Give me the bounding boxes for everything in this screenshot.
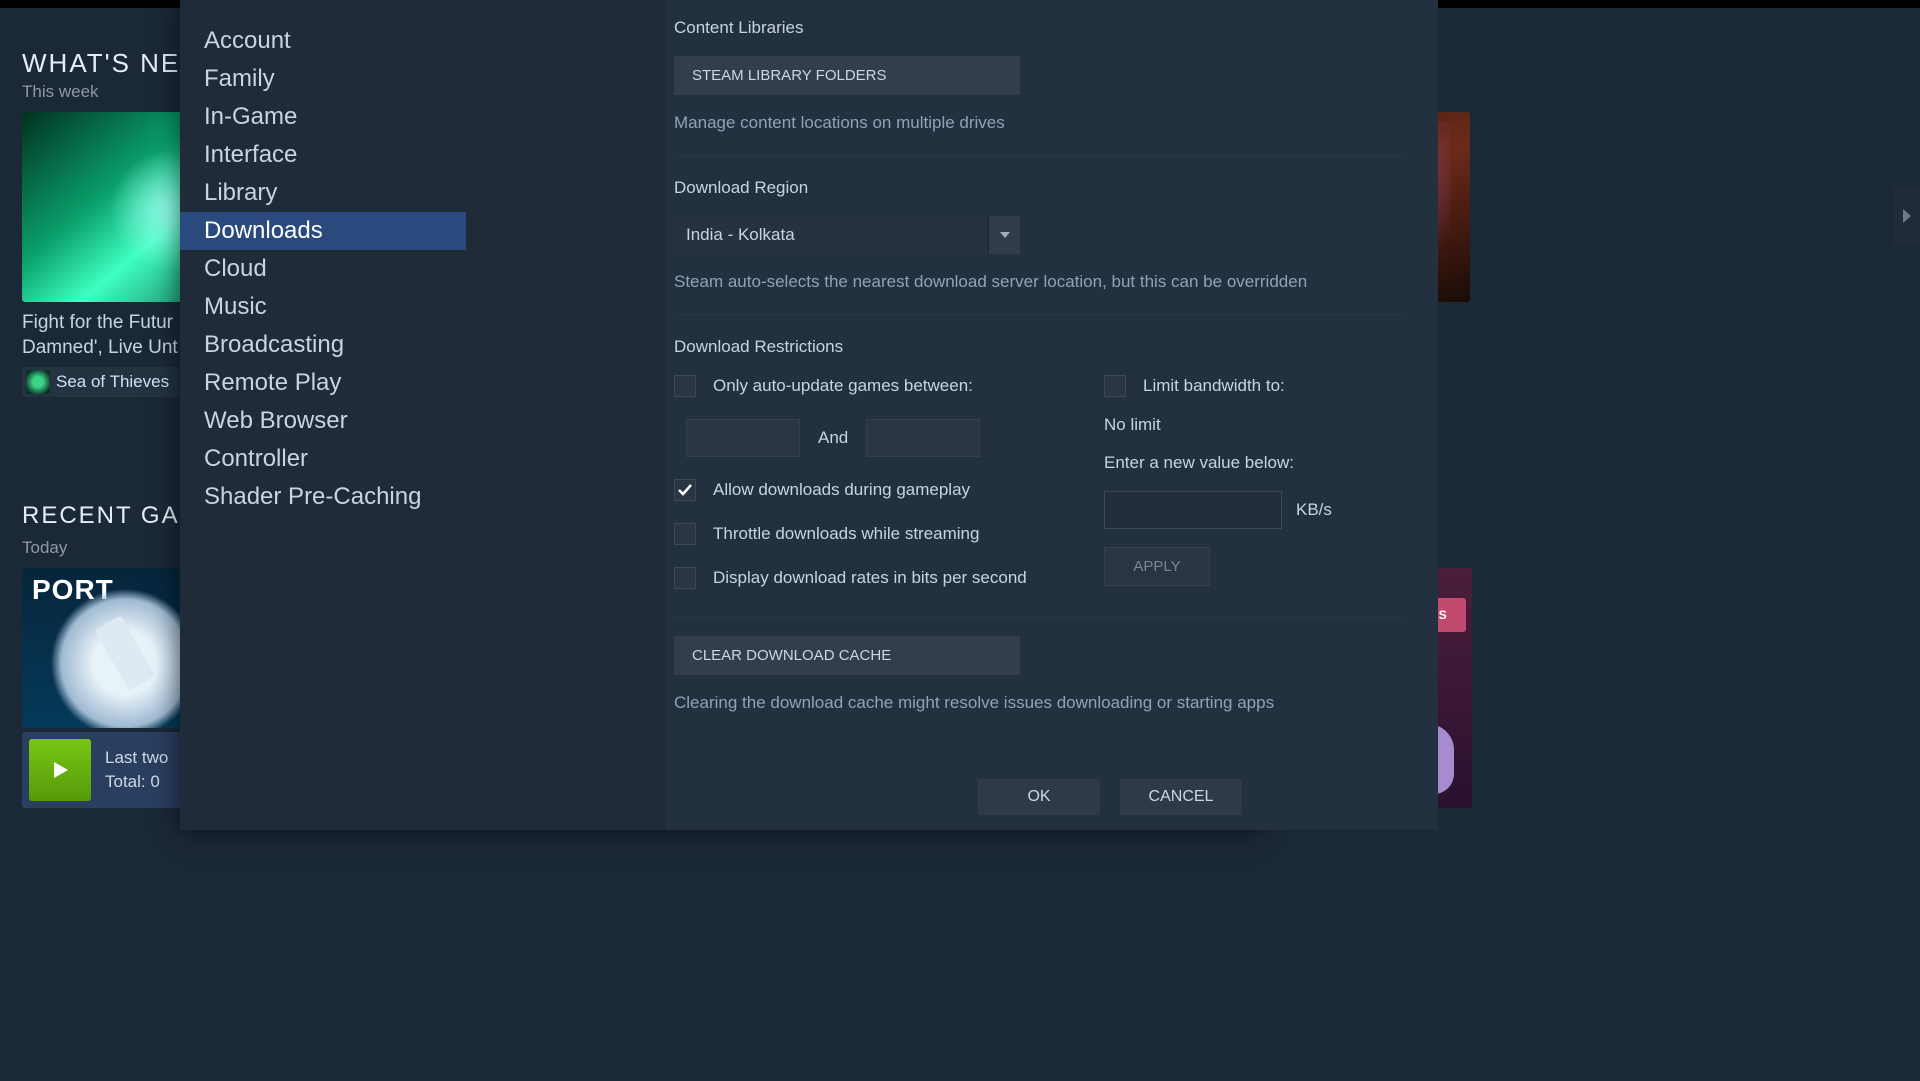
nav-item-label: Music xyxy=(204,293,267,320)
recent-game-1-cover[interactable]: PORT xyxy=(22,568,180,728)
display-bits-label: Display download rates in bits per secon… xyxy=(713,568,1027,588)
checkbox-only-auto-update[interactable] xyxy=(674,375,696,397)
button-label: CANCEL xyxy=(1149,788,1214,805)
nav-item-label: Downloads xyxy=(204,217,323,244)
settings-dialog: Account Family In-Game Interface Library… xyxy=(180,0,1260,830)
button-label: APPLY xyxy=(1133,558,1180,575)
apply-bandwidth-button[interactable]: APPLY xyxy=(1104,547,1210,586)
last-two-hours-label: Last two xyxy=(105,748,168,768)
limit-bandwidth-label: Limit bandwidth to: xyxy=(1143,376,1285,396)
content-libraries-title: Content Libraries xyxy=(674,18,1404,38)
bandwidth-input[interactable] xyxy=(1104,491,1282,529)
row-only-auto-update: Only auto-update games between: xyxy=(674,375,1044,397)
nav-item-label: Web Browser xyxy=(204,407,348,434)
cancel-button[interactable]: CANCEL xyxy=(1120,779,1242,815)
download-region-value: India - Kolkata xyxy=(674,216,988,254)
nav-item-label: Interface xyxy=(204,141,297,168)
download-region-select[interactable]: India - Kolkata xyxy=(674,216,1020,254)
restrictions-left-col: Only auto-update games between: And Allo… xyxy=(674,375,1044,589)
and-label: And xyxy=(818,428,848,448)
row-throttle-streaming: Throttle downloads while streaming xyxy=(674,523,1044,545)
nav-item-label: Account xyxy=(204,27,291,54)
recent-today: Today xyxy=(22,538,67,558)
nav-music[interactable]: Music xyxy=(180,288,466,326)
skull-icon xyxy=(26,370,50,394)
clear-download-cache-button[interactable]: CLEAR DOWNLOAD CACHE xyxy=(674,636,1020,675)
check-icon xyxy=(677,482,693,498)
time-range-row: And xyxy=(686,419,1044,457)
total-playtime-label: Total: 0 xyxy=(105,772,168,792)
whats-new-subtext: This week xyxy=(22,82,99,102)
button-label: CLEAR DOWNLOAD CACHE xyxy=(692,647,891,664)
manage-content-help: Manage content locations on multiple dri… xyxy=(674,113,1404,133)
nav-controller[interactable]: Controller xyxy=(180,440,466,478)
row-allow-downloads-gameplay: Allow downloads during gameplay xyxy=(674,479,1044,501)
checkbox-throttle-streaming[interactable] xyxy=(674,523,696,545)
chevron-down-icon xyxy=(1000,232,1010,238)
news-scroll-right[interactable] xyxy=(1894,186,1920,246)
nav-item-label: Shader Pre-Caching xyxy=(204,483,421,510)
nav-web-browser[interactable]: Web Browser xyxy=(180,402,466,440)
nav-shader-precaching[interactable]: Shader Pre-Caching xyxy=(180,478,466,516)
time-to-input[interactable] xyxy=(866,419,980,457)
nav-item-label: Library xyxy=(204,179,277,206)
chevron-right-icon xyxy=(1903,209,1911,223)
ok-button[interactable]: OK xyxy=(978,779,1100,815)
download-region-dropdown-button[interactable] xyxy=(988,216,1020,254)
only-auto-update-label: Only auto-update games between: xyxy=(713,376,973,396)
nav-item-label: Remote Play xyxy=(204,369,341,396)
checkbox-display-bits[interactable] xyxy=(674,567,696,589)
divider xyxy=(674,617,1404,618)
time-from-input[interactable] xyxy=(686,419,800,457)
steam-library-folders-button[interactable]: STEAM LIBRARY FOLDERS xyxy=(674,56,1020,95)
nav-item-label: In-Game xyxy=(204,103,297,130)
download-region-title: Download Region xyxy=(674,178,1404,198)
news-card-1-title: Fight for the Futur Damned', Live Unt xyxy=(22,310,178,360)
downloads-settings: Content Libraries STEAM LIBRARY FOLDERS … xyxy=(674,18,1404,713)
enter-value-label: Enter a new value below: xyxy=(1104,453,1404,473)
play-icon xyxy=(48,758,72,782)
region-help: Steam auto-selects the nearest download … xyxy=(674,272,1404,292)
nav-item-label: Broadcasting xyxy=(204,331,344,358)
clear-cache-help: Clearing the download cache might resolv… xyxy=(674,693,1404,713)
nav-library[interactable]: Library xyxy=(180,174,466,212)
allow-downloads-gameplay-label: Allow downloads during gameplay xyxy=(713,480,970,500)
nav-interface[interactable]: Interface xyxy=(180,136,466,174)
button-label: OK xyxy=(1027,788,1050,805)
checkbox-limit-bandwidth[interactable] xyxy=(1104,375,1126,397)
bandwidth-input-row: KB/s xyxy=(1104,491,1404,529)
divider xyxy=(674,314,1404,315)
nav-account[interactable]: Account xyxy=(180,22,466,60)
row-limit-bandwidth: Limit bandwidth to: xyxy=(1104,375,1404,397)
download-restrictions-title: Download Restrictions xyxy=(674,337,1404,357)
throttle-streaming-label: Throttle downloads while streaming xyxy=(713,524,979,544)
nav-family[interactable]: Family xyxy=(180,60,466,98)
news-card-1-game-label: Sea of Thieves xyxy=(56,372,169,392)
kbps-label: KB/s xyxy=(1296,500,1332,520)
recent-heading: RECENT GAM xyxy=(22,502,202,530)
nav-item-label: Family xyxy=(204,65,275,92)
nav-remote-play[interactable]: Remote Play xyxy=(180,364,466,402)
nav-item-label: Cloud xyxy=(204,255,267,282)
nav-item-label: Controller xyxy=(204,445,308,472)
play-button[interactable] xyxy=(29,739,91,801)
no-limit-text: No limit xyxy=(1104,415,1404,435)
nav-broadcasting[interactable]: Broadcasting xyxy=(180,326,466,364)
news-card-1-game[interactable]: Sea of Thieves xyxy=(22,367,179,397)
nav-downloads[interactable]: Downloads xyxy=(180,212,466,250)
nav-cloud[interactable]: Cloud xyxy=(180,250,466,288)
divider xyxy=(674,155,1404,156)
row-display-bits: Display download rates in bits per secon… xyxy=(674,567,1044,589)
nav-in-game[interactable]: In-Game xyxy=(180,98,466,136)
settings-nav: Account Family In-Game Interface Library… xyxy=(180,22,466,516)
button-label: STEAM LIBRARY FOLDERS xyxy=(692,67,887,84)
checkbox-allow-downloads-gameplay[interactable] xyxy=(674,479,696,501)
restrictions-right-col: Limit bandwidth to: No limit Enter a new… xyxy=(1104,375,1404,589)
